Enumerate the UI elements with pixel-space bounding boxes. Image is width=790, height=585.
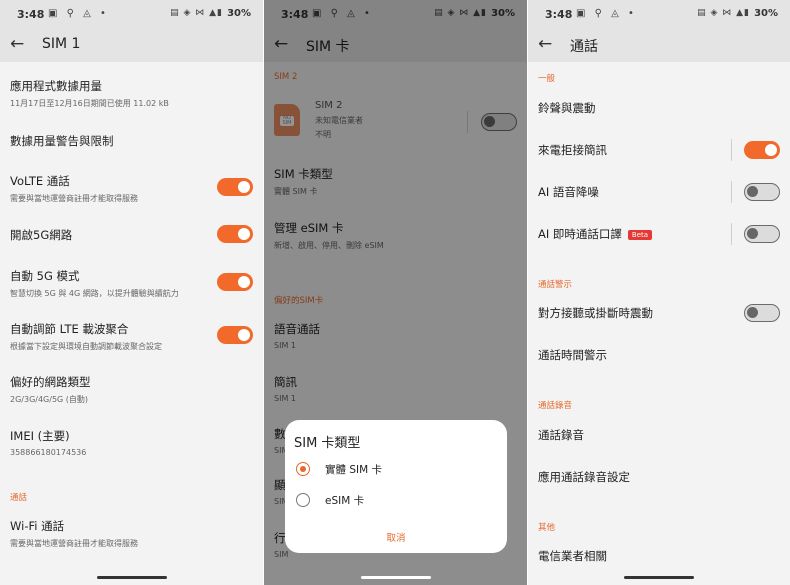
sim1-settings-screen: 3:48 ▣ ⚲ ◬ • ▤ ◈ ⋈ ▲▮ 30% ← SIM 1 應用程式數據… — [0, 0, 263, 585]
data-warning-item[interactable]: 數據用量警告與限制 — [10, 133, 253, 149]
data-usage-sub: 11月17日至12月16日期間已使用 11.02 kB — [10, 99, 169, 108]
sim-type-dialog: SIM 卡類型 實體 SIM 卡 eSIM 卡 取消 — [285, 420, 507, 553]
gesture-nav-bar[interactable] — [360, 576, 431, 579]
radio-selected-icon[interactable] — [296, 462, 310, 476]
enable-5g-toggle[interactable] — [217, 225, 253, 243]
beta-badge: Beta — [627, 229, 653, 240]
status-bar: 3:48 ▣ ⚲ ◬ • ▤ ◈ ⋈ ▲▮ 30% — [528, 0, 790, 28]
auto-lte-toggle[interactable] — [217, 326, 253, 344]
gesture-nav-bar[interactable] — [624, 576, 694, 579]
option-physical-sim-label: 實體 SIM 卡 — [325, 464, 382, 476]
imei-sub: 358866180174536 — [10, 448, 87, 457]
data-warning-title: 數據用量警告與限制 — [10, 134, 114, 148]
carrier-item[interactable]: 電信業者相關 — [538, 548, 780, 564]
imei-item[interactable]: IMEI (主要) 358866180174536 — [10, 428, 253, 457]
record-settings-title: 應用通話錄音設定 — [538, 470, 630, 484]
data-usage-title: 應用程式數據用量 — [10, 79, 102, 93]
status-bar: 3:48 ▣ ⚲ ◬ • ▤ ◈ ⋈ ▲▮ 30% — [0, 0, 263, 28]
system-icons: ▤ ◈ ⋈ ▲▮ — [697, 8, 750, 18]
volte-toggle[interactable] — [217, 178, 253, 196]
wifi-call-item[interactable]: Wi-Fi 通話 需要與當地運營商註冊才能取得服務 — [10, 518, 253, 549]
pref-network-item[interactable]: 偏好的網路類型 2G/3G/4G/5G (自動) — [10, 374, 253, 405]
ringtone-item[interactable]: 鈴聲與震動 — [538, 100, 780, 116]
cancel-button[interactable]: 取消 — [285, 530, 507, 544]
notification-icons: ▣ ⚲ ◬ • — [576, 8, 637, 19]
section-general: 一般 — [538, 74, 556, 84]
page-title: 通話 — [570, 39, 598, 55]
pref-network-sub: 2G/3G/4G/5G (自動) — [10, 395, 89, 404]
auto-lte-sub: 根據當下設定與環境自動調節載波聚合設定 — [10, 342, 162, 351]
pref-network-title: 偏好的網路類型 — [10, 375, 91, 389]
wifi-call-sub: 需要與當地運營商註冊才能取得服務 — [10, 539, 138, 548]
section-calls: 通話 — [10, 493, 28, 503]
option-esim-label: eSIM 卡 — [325, 495, 365, 507]
auto-5g-sub: 智慧切換 5G 與 4G 網路，以提升體驗與續航力 — [10, 289, 179, 298]
record-title: 通話錄音 — [538, 428, 584, 442]
record-settings-item[interactable]: 應用通話錄音設定 — [538, 469, 780, 485]
ai-interpreter-toggle[interactable] — [744, 225, 780, 243]
battery-percent: 30% — [754, 8, 778, 19]
record-item[interactable]: 通話錄音 — [538, 427, 780, 443]
dialog-title: SIM 卡類型 — [294, 436, 361, 451]
ai-interpreter-title: AI 即時通話口譯 — [538, 227, 622, 241]
data-usage-item[interactable]: 應用程式數據用量 11月17日至12月16日期間已使用 11.02 kB — [10, 78, 253, 109]
notification-icons: ▣ ⚲ ◬ • — [48, 8, 109, 19]
ringtone-title: 鈴聲與震動 — [538, 101, 596, 115]
imei-title: IMEI (主要) — [10, 429, 70, 443]
section-call-alerts: 通話警示 — [538, 280, 573, 290]
radio-unselected-icon[interactable] — [296, 493, 310, 507]
wifi-call-title: Wi-Fi 通話 — [10, 519, 65, 533]
call-timer-item[interactable]: 通話時間警示 — [538, 347, 780, 363]
page-title: SIM 1 — [42, 36, 81, 52]
carrier-title: 電信業者相關 — [538, 549, 607, 563]
divider — [731, 223, 732, 245]
back-arrow-icon[interactable]: ← — [10, 34, 24, 54]
battery-percent: 30% — [227, 8, 251, 19]
vibrate-toggle[interactable] — [744, 304, 780, 322]
status-time: 3:48 — [17, 8, 45, 21]
back-arrow-icon[interactable]: ← — [538, 34, 552, 54]
volte-sub: 需要與當地運營商註冊才能取得服務 — [10, 194, 138, 203]
divider — [731, 181, 732, 203]
status-time: 3:48 — [545, 8, 573, 21]
divider — [731, 139, 732, 161]
app-bar: ← SIM 1 — [0, 28, 263, 62]
reject-sms-toggle[interactable] — [744, 141, 780, 159]
section-call-recording: 通話錄音 — [538, 401, 573, 411]
call-settings-screen: 3:48 ▣ ⚲ ◬ • ▤ ◈ ⋈ ▲▮ 30% ← 通話 一般 鈴聲與震動 … — [528, 0, 790, 585]
call-timer-title: 通話時間警示 — [538, 348, 607, 362]
sim-card-screen: 3:48 ▣ ⚲ ◬ • ▤ ◈ ⋈ ▲▮ 30% ← SIM 卡 SIM 2 … — [264, 0, 527, 585]
system-icons: ▤ ◈ ⋈ ▲▮ — [170, 8, 223, 18]
ai-noise-toggle[interactable] — [744, 183, 780, 201]
section-other: 其他 — [538, 523, 556, 533]
gesture-nav-bar[interactable] — [96, 576, 167, 579]
auto-5g-toggle[interactable] — [217, 273, 253, 291]
app-bar: ← 通話 — [528, 28, 790, 62]
